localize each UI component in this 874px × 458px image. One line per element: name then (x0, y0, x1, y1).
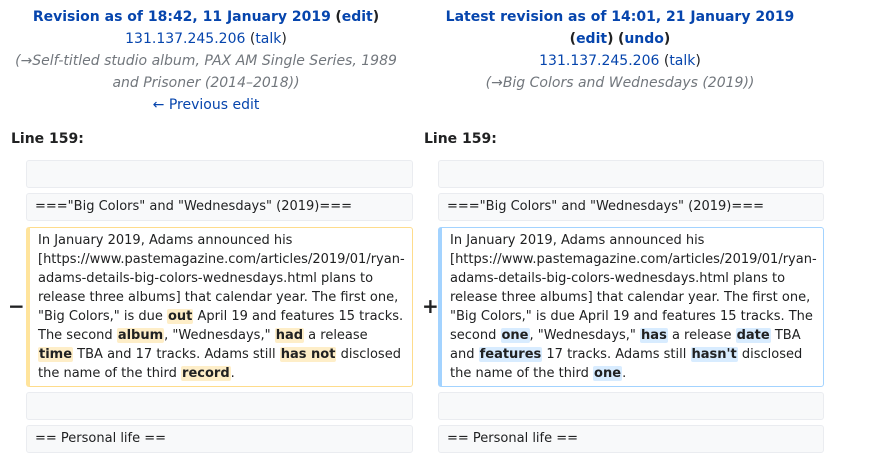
right-heading-context: ==="Big Colors" and "Wednesdays" (2019)=… (438, 193, 824, 221)
right-undo-paren-close: ) (663, 31, 671, 47)
right-added-word-1: one (500, 328, 530, 343)
right-user-link[interactable]: 131.137.245.206 (539, 53, 659, 69)
left-line-number: Line 159: (11, 131, 84, 147)
right-text-2: , "Wednesdays," (529, 328, 641, 343)
left-text-7: . (230, 366, 235, 381)
right-talk-link[interactable]: talk (669, 53, 695, 69)
minus-marker: − (8, 294, 25, 318)
right-edit-link[interactable]: edit (576, 31, 607, 47)
right-summary-arrow-link[interactable]: → (491, 75, 503, 91)
right-added-paragraph: In January 2019, Adams announced his [ht… (438, 227, 824, 387)
right-text-1: In January 2019, Adams announced his [ht… (450, 233, 818, 343)
left-summary-text: Self-titled studio album, PAX AM Single … (32, 53, 397, 91)
left-text-4: a release (304, 328, 372, 343)
right-empty-context (438, 160, 824, 188)
left-deleted-word-3: had (274, 328, 305, 343)
right-undo-link[interactable]: undo (624, 31, 664, 47)
left-edit-link[interactable]: edit (342, 9, 373, 25)
right-added-word-3: date (735, 328, 771, 343)
left-empty-context-2 (26, 392, 413, 420)
left-paren-close: ) (372, 9, 380, 25)
right-talk-paren-close: ) (695, 53, 701, 69)
left-talk-paren-close: ) (281, 31, 287, 47)
right-personal-life-context: == Personal life == (438, 425, 824, 453)
right-added-word-4: features (478, 347, 543, 362)
left-text-5: TBA and 17 tracks. Adams still (73, 347, 280, 362)
right-summary-text: Big Colors and Wednesdays (2019) (502, 75, 749, 91)
left-edit-summary: (→Self-titled studio album, PAX AM Singl… (15, 53, 397, 91)
left-revision-header: Revision as of 18:42, 11 January 2019 (e… (6, 6, 406, 116)
left-text-3: , "Wednesdays," (164, 328, 275, 343)
right-revision-header: Latest revision as of 14:01, 21 January … (420, 6, 820, 94)
right-text-3: a release (667, 328, 736, 343)
right-added-word-6: one (593, 366, 623, 381)
left-deleted-word-5: has not (279, 347, 337, 362)
right-text-7: . (622, 366, 627, 381)
left-heading-context: ==="Big Colors" and "Wednesdays" (2019)=… (26, 193, 413, 221)
right-added-word-2: has (640, 328, 668, 343)
right-line-number: Line 159: (424, 131, 497, 147)
left-deleted-word-2: album (116, 328, 165, 343)
left-deleted-word-6: record (181, 366, 231, 381)
right-edit-paren-close: ) (607, 31, 614, 47)
right-text-5: 17 tracks. Adams still (542, 347, 691, 362)
right-edit-summary: (→Big Colors and Wednesdays (2019)) (485, 75, 755, 91)
left-user-link[interactable]: 131.137.245.206 (125, 31, 245, 47)
right-empty-context-2 (438, 392, 824, 420)
left-revision-title-link[interactable]: Revision as of 18:42, 11 January 2019 (33, 9, 331, 25)
left-talk-link[interactable]: talk (255, 31, 281, 47)
right-revision-title-link[interactable]: Latest revision as of 14:01, 21 January … (446, 9, 795, 25)
right-added-word-5: hasn't (690, 347, 738, 362)
left-summary-arrow-link[interactable]: → (21, 53, 33, 69)
left-deleted-paragraph: In January 2019, Adams announced his [ht… (26, 227, 413, 387)
previous-edit-link[interactable]: ← Previous edit (153, 97, 260, 113)
left-empty-context (26, 160, 413, 188)
left-personal-life-context: == Personal life == (26, 425, 413, 453)
plus-marker: + (422, 294, 439, 318)
left-deleted-word-4: time (38, 347, 74, 362)
left-deleted-word-1: out (167, 309, 194, 324)
